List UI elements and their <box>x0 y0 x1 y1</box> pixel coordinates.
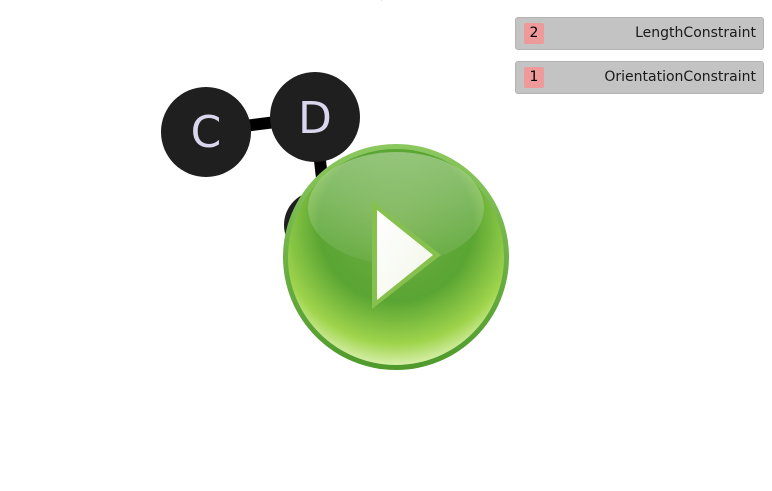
graph-node-d-label: D <box>298 93 332 144</box>
constraint-priority-badge: 1 <box>524 67 544 88</box>
constraint-item-length[interactable]: 2 LengthConstraint <box>515 17 764 50</box>
graph-node-c[interactable]: C <box>161 87 251 177</box>
constraint-priority-badge: 2 <box>524 23 544 44</box>
play-button[interactable] <box>283 144 509 370</box>
graph-node-c-label: C <box>191 107 222 158</box>
constraint-name: OrientationConstraint <box>604 69 756 85</box>
graph-node-d[interactable]: D <box>270 72 360 162</box>
constraint-name: LengthConstraint <box>635 25 756 41</box>
constraint-list: 2 LengthConstraint 1 OrientationConstrai… <box>515 17 764 105</box>
app-canvas[interactable]: C D 2 LengthConstraint 1 OrientationCons… <box>0 0 772 491</box>
constraint-item-orientation[interactable]: 1 OrientationConstraint <box>515 61 764 94</box>
